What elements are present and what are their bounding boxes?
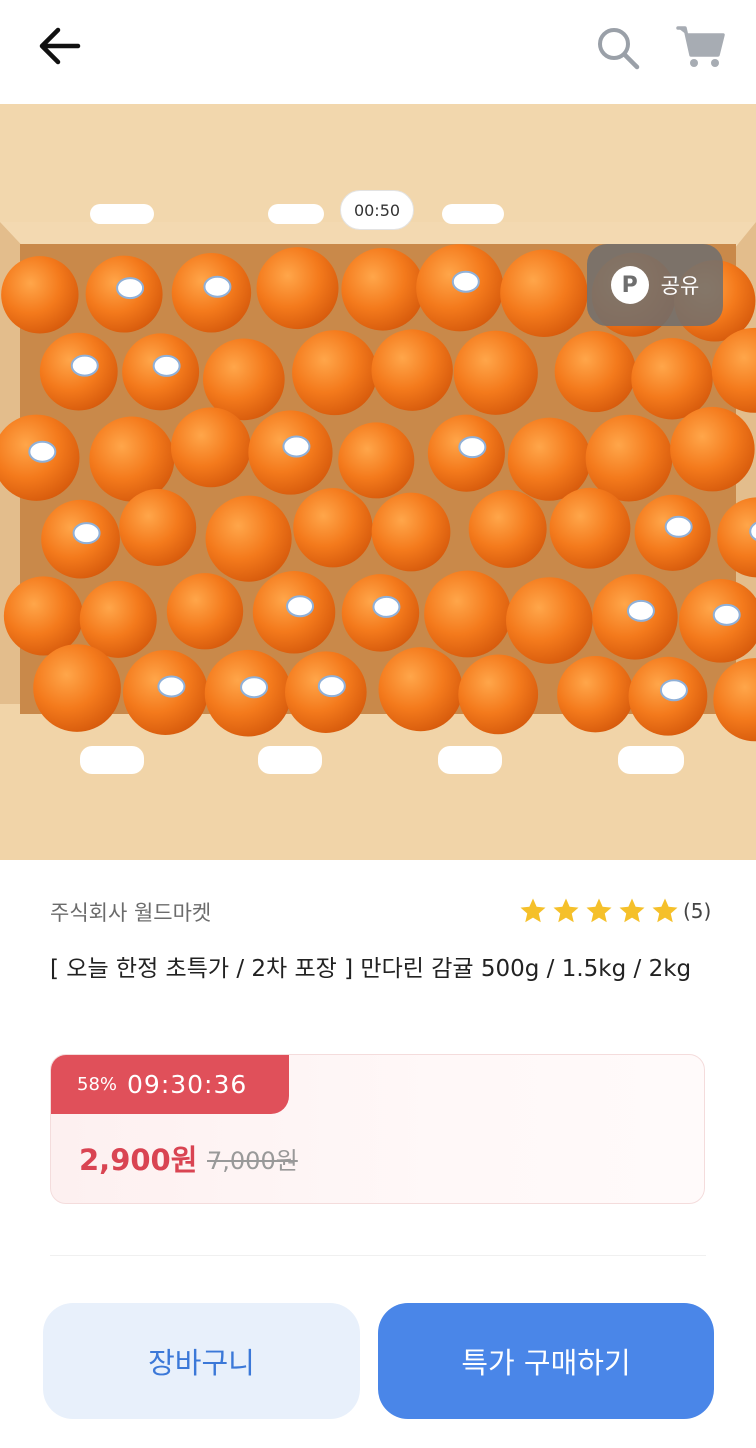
mandarin [293,488,373,568]
share-label: 공유 [660,274,700,298]
mandarin [3,576,84,656]
cart-button[interactable] [672,18,730,74]
rating-stars [518,896,680,926]
back-button[interactable] [28,20,90,72]
sticker [286,595,315,618]
mandarin [554,330,636,413]
mandarin [371,492,451,572]
video-timer: 00:50 [340,190,414,230]
sticker [372,595,401,618]
mandarin [1,256,79,334]
search-icon [598,28,640,70]
star-icon [586,898,612,923]
mandarin [549,487,631,569]
seller-name[interactable]: 주식회사 월드마켓 [50,897,211,927]
sticker [659,679,688,702]
review-count[interactable]: (5) [683,899,711,923]
mandarin [507,417,591,501]
mandarin [631,338,713,420]
mandarin [170,407,251,488]
sticker [712,603,741,626]
product-image[interactable]: 00:50 P 공유 [0,104,756,860]
deal-tag: 58% 09:30:36 [51,1055,289,1114]
add-to-cart-button[interactable]: 장바구니 [43,1303,360,1419]
mandarin [341,247,425,331]
mandarin [670,406,755,492]
mandarin [585,414,673,502]
mandarin [468,489,547,568]
discount-rate: 58% [77,1074,118,1095]
star-icon [619,898,645,923]
cart-icon [676,26,725,67]
top-bar [0,0,756,104]
sticker [157,675,186,698]
mandarin [458,654,539,735]
mandarin [292,330,378,416]
sticker [626,599,655,622]
arrow-left-icon [39,27,81,65]
mandarin [424,570,512,658]
sticker [116,277,145,300]
mandarin [378,647,463,732]
mandarin [506,577,593,664]
share-button[interactable]: P 공유 [587,244,723,326]
mandarin [89,416,175,502]
search-button[interactable] [590,20,646,76]
mandarin [33,644,121,732]
mandarin [166,573,244,650]
sticker [72,522,101,545]
point-icon: P [610,266,649,304]
rating[interactable]: (5) [518,896,711,926]
sticker [28,440,57,463]
mandarin [371,329,453,411]
sticker [152,354,181,377]
mandarin [205,495,292,582]
mandarin [557,655,634,733]
sticker [451,270,480,293]
product-title: [ 오늘 한정 초특가 / 2차 포장 ] 만다린 감귤 500g / 1.5k… [50,956,692,982]
buy-deal-button[interactable]: 특가 구매하기 [378,1303,714,1419]
deal-countdown: 09:30:36 [127,1070,248,1099]
mandarin [500,249,588,337]
mandarin [119,489,197,567]
sale-price: 2,900원 [79,1143,198,1177]
mandarin [338,422,415,499]
deal-box: 58% 09:30:36 2,900원 7,000원 [50,1054,705,1204]
star-icon [520,898,546,923]
sticker [458,436,487,459]
original-price: 7,000원 [207,1147,298,1175]
sticker [282,435,311,458]
divider [50,1255,706,1256]
mandarin [79,580,157,658]
sticker [317,675,346,698]
mandarin [453,330,538,415]
sticker [664,515,693,538]
mandarin [256,247,339,330]
sticker [203,275,232,298]
sticker [240,676,269,699]
star-icon [553,898,579,923]
star-icon [652,898,678,923]
sticker [70,354,99,377]
